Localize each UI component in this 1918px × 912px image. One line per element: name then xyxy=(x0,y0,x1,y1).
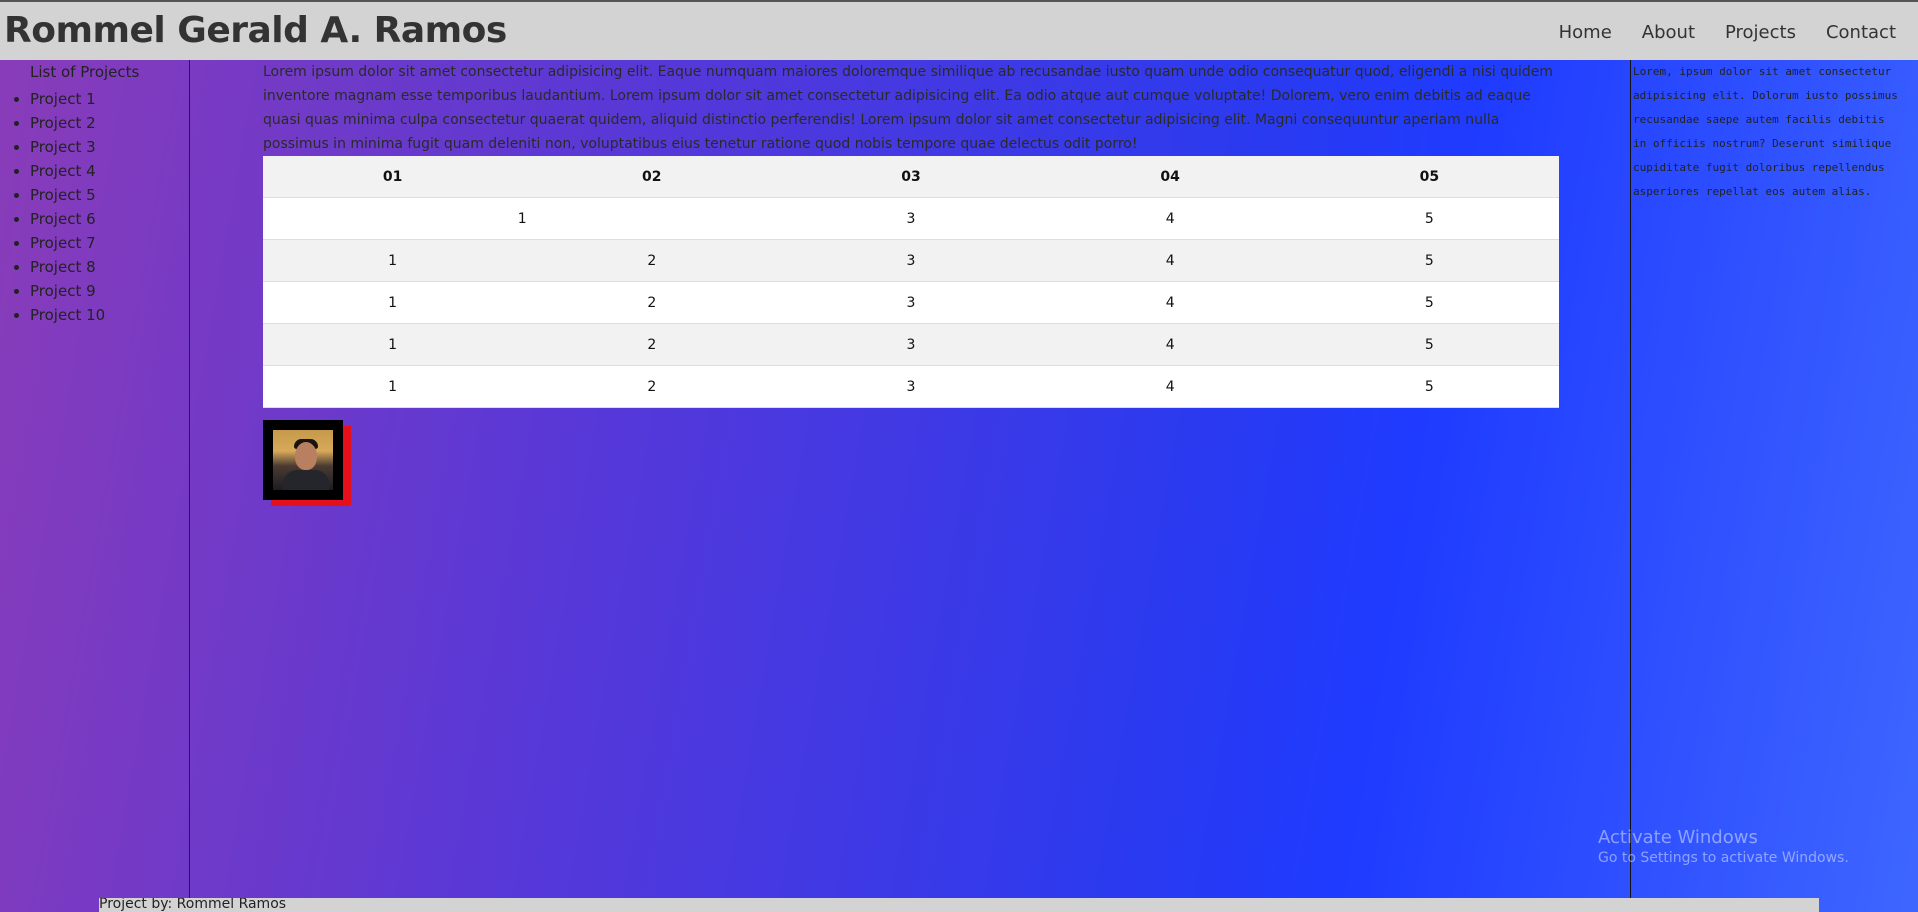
project-list-item[interactable]: Project 2 xyxy=(30,111,105,135)
table-cell: 1 xyxy=(263,239,523,282)
table-header-cell: 02 xyxy=(522,156,782,198)
project-list-item[interactable]: Project 3 xyxy=(30,135,105,159)
table-cell: 3 xyxy=(781,239,1041,282)
table-cell: 5 xyxy=(1299,365,1559,408)
table-cell: 2 xyxy=(522,239,782,282)
table-cell: 1 xyxy=(263,281,523,324)
nav-projects-link[interactable]: Projects xyxy=(1725,22,1796,43)
projects-sidebar: List of Projects Project 1 Project 2 Pro… xyxy=(0,60,190,898)
watermark-subtitle: Go to Settings to activate Windows. xyxy=(1598,850,1849,866)
project-list-item[interactable]: Project 9 xyxy=(30,279,105,303)
activate-windows-watermark: Activate Windows Go to Settings to activ… xyxy=(1598,827,1849,866)
site-header: Rommel Gerald A. Ramos Home About Projec… xyxy=(0,0,1918,60)
table-cell: 5 xyxy=(1299,239,1559,282)
nav-home-link[interactable]: Home xyxy=(1559,22,1612,43)
table-header-cell: 05 xyxy=(1299,156,1559,198)
table-cell: 2 xyxy=(522,281,782,324)
project-list-item[interactable]: Project 6 xyxy=(30,207,105,231)
project-list-item[interactable]: Project 8 xyxy=(30,255,105,279)
project-list-item[interactable]: Project 1 xyxy=(30,87,105,111)
table-cell: 2 xyxy=(522,323,782,366)
main-content: Lorem ipsum dolor sit amet consectetur a… xyxy=(263,60,1559,408)
site-title: Rommel Gerald A. Ramos xyxy=(4,10,507,51)
table-cell: 3 xyxy=(781,323,1041,366)
project-list-item[interactable]: Project 4 xyxy=(30,159,105,183)
footer-text: Project by: Rommel Ramos xyxy=(99,898,287,912)
data-table: 01 02 03 04 05 1 3 4 5 1 2 3 4 5 1 2 3 4… xyxy=(263,156,1559,408)
project-list: Project 1 Project 2 Project 3 Project 4 … xyxy=(30,87,105,327)
table-cell: 3 xyxy=(781,365,1041,408)
table-cell: 1 xyxy=(263,197,782,240)
sidebar-heading: List of Projects xyxy=(30,63,140,81)
table-cell: 3 xyxy=(781,197,1041,240)
table-header-row: 01 02 03 04 05 xyxy=(263,156,1559,198)
nav-about-link[interactable]: About xyxy=(1642,22,1695,43)
table-header-cell: 01 xyxy=(263,156,523,198)
nav-contact-link[interactable]: Contact xyxy=(1826,22,1896,43)
project-list-item[interactable]: Project 7 xyxy=(30,231,105,255)
table-header-cell: 04 xyxy=(1040,156,1300,198)
table-row: 1 3 4 5 xyxy=(263,197,1559,240)
table-row: 1 2 3 4 5 xyxy=(263,239,1559,282)
right-sidebar: Lorem, ipsum dolor sit amet consectetur … xyxy=(1630,60,1918,898)
table-header-cell: 03 xyxy=(781,156,1041,198)
main-nav: Home About Projects Contact xyxy=(1559,22,1896,43)
project-list-item[interactable]: Project 5 xyxy=(30,183,105,207)
photo-body xyxy=(283,470,329,490)
table-cell: 1 xyxy=(263,323,523,366)
profile-photo-frame xyxy=(263,420,343,500)
profile-photo xyxy=(273,430,333,490)
intro-paragraph: Lorem ipsum dolor sit amet consectetur a… xyxy=(263,64,1554,152)
table-cell: 1 xyxy=(263,365,523,408)
site-footer: Project by: Rommel Ramos xyxy=(99,898,1819,912)
table-cell: 4 xyxy=(1040,323,1300,366)
table-row: 1 2 3 4 5 xyxy=(263,365,1559,408)
photo-face xyxy=(295,442,317,470)
table-cell: 5 xyxy=(1299,323,1559,366)
table-cell: 5 xyxy=(1299,281,1559,324)
project-list-item[interactable]: Project 10 xyxy=(30,303,105,327)
right-sidebar-text: Lorem, ipsum dolor sit amet consectetur … xyxy=(1633,65,1898,198)
table-cell: 4 xyxy=(1040,365,1300,408)
table-cell: 2 xyxy=(522,365,782,408)
table-cell: 5 xyxy=(1299,197,1559,240)
table-row: 1 2 3 4 5 xyxy=(263,323,1559,366)
table-cell: 4 xyxy=(1040,281,1300,324)
table-row: 1 2 3 4 5 xyxy=(263,281,1559,324)
table-cell: 4 xyxy=(1040,197,1300,240)
table-cell: 4 xyxy=(1040,239,1300,282)
table-cell: 3 xyxy=(781,281,1041,324)
watermark-title: Activate Windows xyxy=(1598,827,1758,848)
